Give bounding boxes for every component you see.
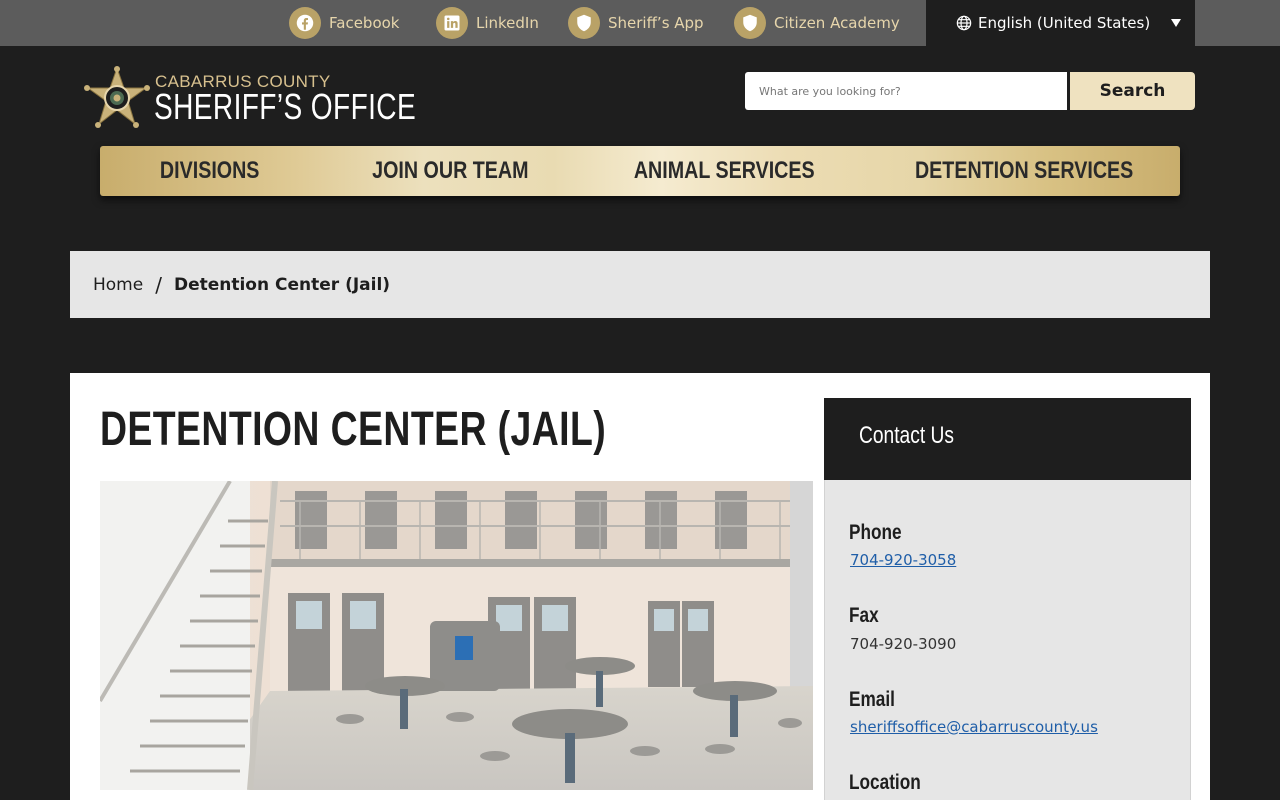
breadcrumb-current: Detention Center (Jail)	[173, 274, 391, 295]
nav-item-animal-services[interactable]: ANIMAL SERVICES	[604, 146, 844, 196]
facebook-label: Facebook	[329, 14, 400, 32]
sheriffs-app-link[interactable]: Sheriff’s App	[568, 7, 704, 39]
location-label: Location	[849, 771, 921, 794]
page-title: DETENTION CENTER (JAIL)	[100, 403, 607, 456]
fax-value: 704-920-3090	[850, 635, 957, 653]
breadcrumb-home-link[interactable]: Home	[93, 275, 143, 295]
sheriffs-app-label: Sheriff’s App	[608, 14, 704, 32]
nav-item-join-our-team[interactable]: JOIN OUR TEAM	[330, 146, 570, 196]
search-button[interactable]: Search	[1070, 72, 1195, 110]
globe-icon	[956, 15, 972, 31]
contact-us-header: Contact Us	[824, 398, 1191, 480]
logo-office-text: SHERIFF’S OFFICE	[154, 86, 417, 127]
breadcrumb-separator: /	[155, 272, 162, 297]
contact-us-heading: Contact Us	[859, 422, 954, 449]
linkedin-label: LinkedIn	[476, 14, 539, 32]
language-label: English (United States)	[978, 14, 1151, 32]
search-input[interactable]	[745, 72, 1067, 110]
shield-icon	[734, 7, 766, 39]
phone-label: Phone	[849, 521, 902, 544]
jail-interior-photo	[100, 481, 813, 790]
citizen-academy-label: Citizen Academy	[774, 14, 900, 32]
chevron-down-icon	[1171, 19, 1181, 27]
email-link[interactable]: sheriffsoffice@cabarruscounty.us	[850, 718, 1098, 736]
email-label: Email	[849, 688, 895, 711]
main-navigation: DIVISIONS JOIN OUR TEAM ANIMAL SERVICES …	[100, 146, 1180, 196]
breadcrumb: Home / Detention Center (Jail)	[70, 251, 1210, 318]
linkedin-icon	[436, 7, 468, 39]
top-utility-bar: Facebook LinkedIn Sheriff’s App Citizen …	[0, 0, 1280, 46]
sheriff-office-logo[interactable]: CABARRUS COUNTY SHERIFF’S OFFICE	[84, 66, 416, 132]
language-selector[interactable]: English (United States)	[926, 0, 1195, 46]
citizen-academy-link[interactable]: Citizen Academy	[734, 7, 900, 39]
shield-icon	[568, 7, 600, 39]
nav-item-divisions[interactable]: DIVISIONS	[100, 146, 320, 196]
linkedin-link[interactable]: LinkedIn	[436, 7, 539, 39]
facebook-icon	[289, 7, 321, 39]
nav-item-detention-services[interactable]: DETENTION SERVICES	[904, 146, 1144, 196]
sheriff-star-icon	[84, 66, 150, 128]
facebook-link[interactable]: Facebook	[289, 7, 399, 39]
phone-link[interactable]: 704-920-3058	[850, 551, 956, 569]
fax-label: Fax	[849, 604, 879, 627]
